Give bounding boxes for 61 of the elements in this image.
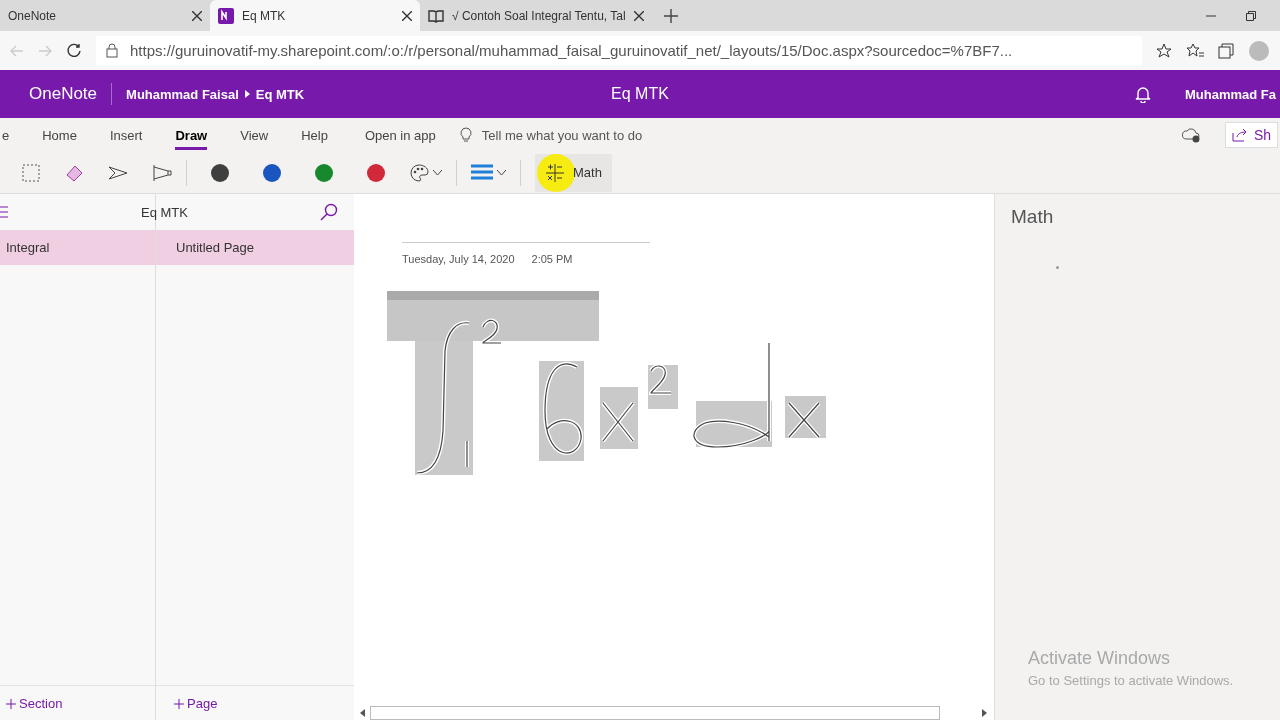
plus-icon [6, 698, 16, 709]
menu-icon[interactable] [0, 206, 8, 218]
close-icon[interactable] [192, 10, 202, 21]
page-time: 2:05 PM [531, 253, 573, 265]
user-name[interactable]: Muhammad Fa [1185, 86, 1276, 102]
left-arrow-icon [359, 709, 365, 717]
collections-icon[interactable] [1218, 42, 1234, 59]
close-icon[interactable] [402, 10, 412, 21]
refresh-icon[interactable] [66, 42, 82, 59]
browser-tab[interactable]: OneNote [0, 0, 210, 31]
page-date: Tuesday, July 14, 2020 [402, 253, 515, 265]
share-icon [1231, 128, 1248, 142]
scrollbar-thumb[interactable] [370, 706, 940, 720]
add-section-button[interactable]: Section [0, 695, 69, 712]
math-pane-title: Math [1011, 206, 1055, 228]
add-page-button[interactable]: Page [168, 695, 224, 712]
highlighter-icon[interactable] [152, 163, 172, 182]
page-title: Eq MTK [611, 85, 669, 103]
plus-icon [174, 698, 184, 709]
ribbon-tab[interactable]: Draw [175, 121, 208, 149]
favorites-icon[interactable] [1186, 42, 1204, 59]
ribbon-tab[interactable]: e [2, 121, 10, 149]
math-icon [545, 162, 565, 183]
app-name[interactable]: OneNote [0, 84, 112, 104]
notebook-title: Eq MTK [141, 204, 188, 220]
ribbon-tab[interactable]: Help [301, 121, 328, 149]
pen-icon[interactable] [108, 165, 128, 180]
breadcrumb-link[interactable]: Muhammad Faisal [126, 86, 239, 102]
close-icon[interactable] [633, 10, 644, 21]
caret-icon [244, 90, 250, 98]
share-button[interactable]: Sh [1224, 122, 1278, 148]
palette-button[interactable] [409, 163, 442, 182]
chevron-icon [433, 169, 442, 176]
book-icon [428, 8, 444, 23]
ribbon-tab[interactable]: View [240, 121, 269, 149]
restore-icon[interactable] [1246, 10, 1256, 21]
cloud-icon [1180, 127, 1201, 143]
ribbon-tab[interactable]: Insert [109, 121, 143, 149]
browser-tab[interactable]: Eq MTK [210, 0, 420, 31]
search-icon[interactable] [320, 203, 338, 221]
right-arrow-icon [981, 709, 987, 717]
ribbon-tab[interactable]: Home [42, 121, 77, 149]
star-icon[interactable] [1156, 42, 1172, 59]
eraser-icon[interactable] [64, 163, 84, 182]
address-field[interactable]: https://guruinovatif-my.sharepoint.com/:o:/r/personal/muhammad_faisal_guruinovatif_net/_layouts/15/Doc.aspx?sourcedoc=%7BF7... [96, 35, 1142, 66]
section-item[interactable]: Integral [0, 230, 155, 265]
minimize-icon[interactable] [1206, 14, 1216, 17]
open-in-app-button[interactable]: Open in app [364, 121, 436, 149]
lightbulb-icon [459, 127, 472, 143]
browser-tab[interactable]: √ Contoh Soal Integral Tentu, Tal [420, 0, 652, 31]
onenote-icon [218, 7, 234, 24]
chevron-icon [497, 169, 506, 176]
plus-icon [663, 8, 678, 23]
lock-icon [106, 43, 118, 58]
breadcrumb-link[interactable]: Eq MTK [255, 86, 305, 102]
page-item[interactable]: Untitled Page [156, 230, 354, 265]
line-width-button[interactable] [471, 163, 506, 182]
tell-me-field[interactable]: Tell me what you want to do [481, 127, 643, 143]
bell-icon[interactable] [1135, 85, 1151, 103]
activation-notice-title: Activate Windows [1028, 648, 1172, 669]
activation-notice-text: Go to Settings to activate Windows. [1028, 673, 1234, 688]
